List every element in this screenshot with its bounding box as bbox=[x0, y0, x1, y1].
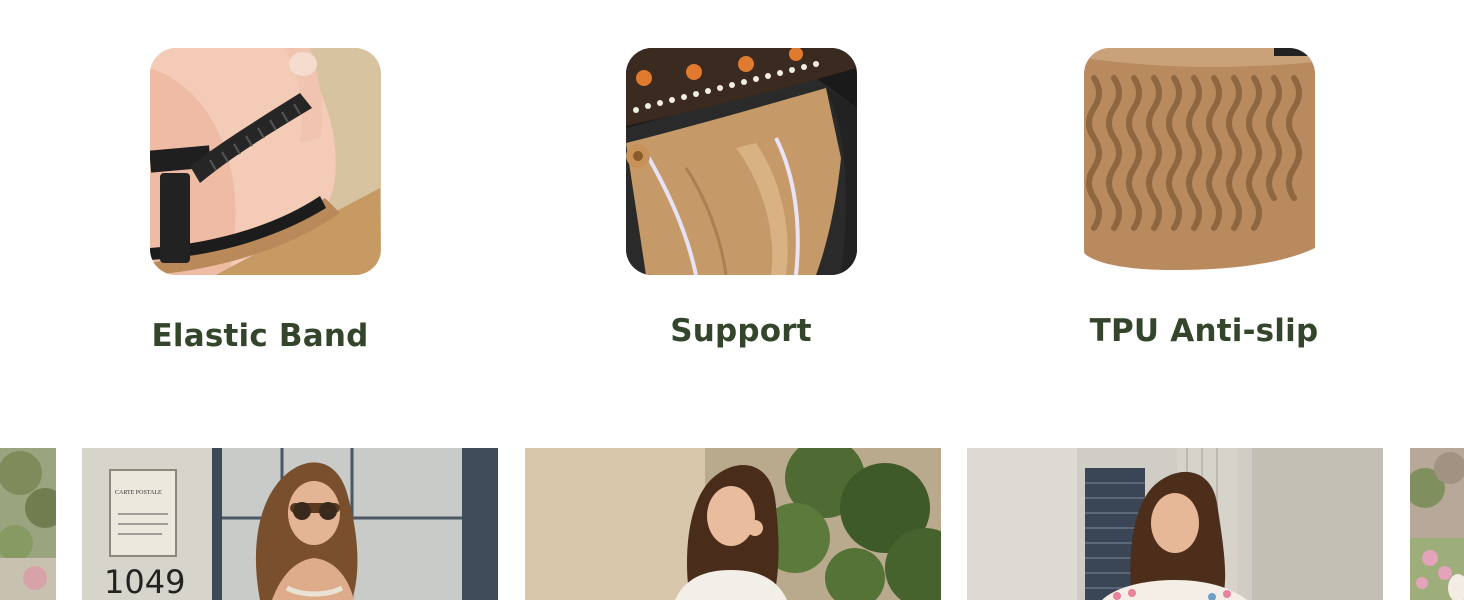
tpu-anti-slip-image bbox=[1084, 48, 1315, 275]
mailbox-label: CARTE POSTALE bbox=[115, 490, 162, 496]
house-number: 1049 bbox=[104, 563, 185, 600]
support-image bbox=[626, 48, 857, 275]
elastic-band-image bbox=[150, 48, 381, 275]
carousel-card-peek-left[interactable] bbox=[0, 448, 56, 600]
carousel-card-model-plants[interactable] bbox=[525, 448, 941, 600]
carousel-card-peek-right[interactable] bbox=[1410, 448, 1464, 600]
feature-label-support: Support bbox=[670, 313, 812, 349]
feature-label-tpu-anti-slip: TPU Anti-slip bbox=[1089, 313, 1319, 349]
carousel-card-model-shutters[interactable] bbox=[967, 448, 1383, 600]
carousel-card-model-mailbox[interactable]: CARTE POSTALE 1049 bbox=[82, 448, 498, 600]
feature-label-elastic-band: Elastic Band bbox=[151, 318, 369, 354]
